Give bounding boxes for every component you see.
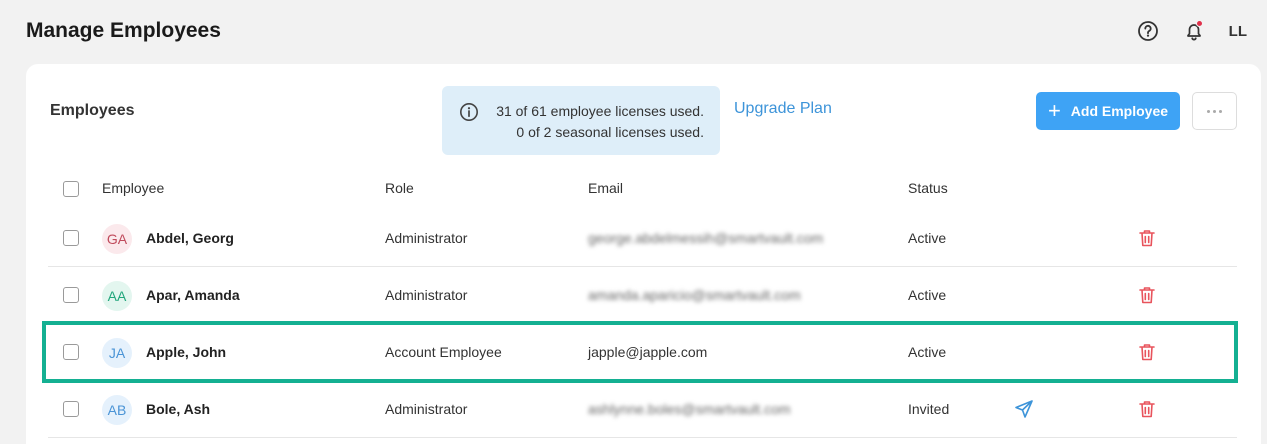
employee-status: Active [908, 344, 947, 360]
trash-icon[interactable] [1138, 285, 1156, 310]
card-title: Employees [50, 102, 135, 119]
help-circle-icon[interactable] [1135, 18, 1161, 44]
table-row[interactable]: AB Bole, Ash Administrator ashlynne.bole… [48, 381, 1237, 438]
seasonal-license-usage: 0 of 2 seasonal licenses used. [516, 124, 704, 140]
column-header-employee[interactable]: Employee [102, 180, 164, 196]
page-title: Manage Employees [26, 19, 221, 42]
employee-role: Administrator [385, 401, 468, 417]
send-invite-icon[interactable] [1014, 399, 1034, 424]
employee-role: Account Employee [385, 344, 502, 360]
more-options-button[interactable] [1192, 92, 1237, 130]
table-row[interactable]: AA Apar, Amanda Administrator amanda.apa… [48, 267, 1237, 324]
table-row[interactable]: GA Abdel, Georg Administrator george.abd… [48, 210, 1237, 267]
row-checkbox[interactable] [63, 344, 79, 360]
employee-role: Administrator [385, 230, 468, 246]
upgrade-plan-link[interactable]: Upgrade Plan [734, 100, 832, 118]
employee-email: ashlynne.boles@smartvault.com [588, 401, 791, 417]
notification-dot [1195, 20, 1203, 27]
column-header-role[interactable]: Role [385, 180, 414, 196]
employee-status: Invited [908, 401, 950, 417]
row-checkbox[interactable] [63, 401, 79, 417]
employee-role: Administrator [385, 287, 468, 303]
table-row[interactable]: JA Apple, John Account Employee japple@j… [48, 324, 1237, 381]
employees-card: Employees 31 of 61 employee licenses use… [26, 64, 1261, 444]
employee-email: japple@japple.com [588, 344, 708, 360]
employee-name[interactable]: Bole, Ash [146, 401, 210, 417]
employee-email: amanda.aparicio@smartvault.com [588, 287, 801, 303]
add-employee-button[interactable]: + Add Employee [1036, 92, 1180, 130]
employee-status: Active [908, 287, 947, 303]
bell-icon[interactable] [1181, 18, 1207, 44]
user-avatar[interactable]: LL [1229, 23, 1247, 40]
add-employee-label: Add Employee [1070, 103, 1169, 119]
plus-icon: + [1047, 98, 1061, 123]
avatar: AB [102, 395, 132, 425]
employee-name[interactable]: Abdel, Georg [146, 230, 234, 246]
employee-email: george.abdelmessih@smartvault.com [588, 230, 824, 246]
header-actions: LL [1135, 18, 1247, 44]
column-header-status[interactable]: Status [908, 180, 948, 196]
avatar: GA [102, 224, 132, 254]
avatar: AA [102, 281, 132, 311]
employee-name[interactable]: Apple, John [146, 344, 226, 360]
avatar: JA [102, 338, 132, 368]
employee-license-usage: 31 of 61 employee licenses used. [496, 103, 704, 119]
employee-status: Active [908, 230, 947, 246]
employee-name[interactable]: Apar, Amanda [146, 287, 240, 303]
trash-icon[interactable] [1138, 342, 1156, 367]
license-info-box: 31 of 61 employee licenses used. 0 of 2 … [442, 86, 720, 155]
info-icon [459, 102, 479, 127]
more-dots-icon [1207, 109, 1222, 113]
row-checkbox[interactable] [63, 230, 79, 246]
select-all-checkbox[interactable] [63, 181, 79, 197]
column-header-email[interactable]: Email [588, 180, 623, 196]
trash-icon[interactable] [1138, 399, 1156, 424]
trash-icon[interactable] [1138, 228, 1156, 253]
row-checkbox[interactable] [63, 287, 79, 303]
